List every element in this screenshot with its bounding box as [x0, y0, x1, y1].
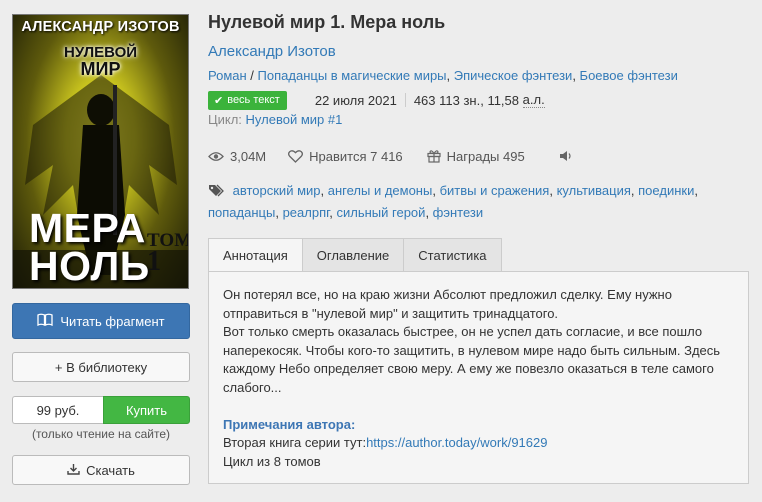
- cycle-link[interactable]: Нулевой мир #1: [246, 112, 343, 127]
- views-stat: 3,04M: [208, 149, 266, 164]
- speaker-icon: [559, 150, 572, 162]
- book-cover[interactable]: АЛЕКСАНДР ИЗОТОВ НУЛЕВОЙ МИР МЕРА НОЛЬ Т…: [12, 14, 189, 289]
- annotation-text: Он потерял все, но на краю жизни Абсолют…: [223, 287, 672, 302]
- read-fragment-label: Читать фрагмент: [60, 313, 165, 329]
- genre-link[interactable]: Боевое фэнтези: [580, 68, 678, 83]
- cycle-row: Цикл: Нулевой мир #1: [208, 112, 342, 127]
- annotation-text: Вот только смерть оказалась быстрее, он …: [223, 324, 703, 340]
- heart-icon: [288, 149, 304, 163]
- tab-bar: Аннотация Оглавление Статистика: [208, 238, 502, 272]
- tag-link[interactable]: фэнтези: [433, 205, 483, 220]
- annotation-text: наперекосяк. Чтобы кого-то защитить, в н…: [223, 342, 721, 358]
- tag-separator: ,: [432, 183, 440, 198]
- sequel-link[interactable]: https://author.today/work/91629: [366, 435, 547, 450]
- size-unit: а.л.: [522, 92, 545, 108]
- price-note: (только чтение на сайте): [31, 427, 171, 441]
- genre-separator: ,: [446, 68, 454, 83]
- status-badge: ✔ весь текст: [208, 90, 287, 110]
- price-box: 99 руб. Купить: [12, 396, 190, 424]
- divider: [404, 93, 406, 107]
- tag-link[interactable]: ангелы и демоны: [328, 183, 433, 198]
- annotation-text: слабого...: [223, 379, 282, 395]
- annotation-panel: Он потерял все, но на краю жизни Абсолют…: [208, 271, 749, 484]
- genre-link[interactable]: Попаданцы в магические миры: [258, 68, 447, 83]
- tag-link[interactable]: поединки: [638, 183, 694, 198]
- genre-separator: /: [246, 68, 258, 83]
- cover-title: МЕРА НОЛЬ: [29, 205, 150, 289]
- tab-1[interactable]: Оглавление: [301, 238, 405, 272]
- cover-author: АЛЕКСАНДР ИЗОТОВ: [21, 19, 180, 35]
- likes-button[interactable]: Нравится 7 416: [288, 149, 403, 164]
- add-to-library-label: + В библиотеку: [54, 359, 148, 375]
- awards-button[interactable]: Награды 495: [427, 149, 525, 164]
- author-notes-title: Примечания автора:: [223, 416, 356, 432]
- tag-separator: ,: [694, 183, 698, 198]
- cover-volume: ТОМ 1: [147, 230, 189, 277]
- download-label: Скачать: [86, 462, 135, 478]
- tag-separator: ,: [320, 183, 328, 198]
- stats-row: 3,04M Нравится 7 416 Награды 495: [208, 147, 578, 165]
- book-info-row: ✔ весь текст 22 июля 2021 463 113 зн., 1…: [208, 90, 545, 110]
- tag-link[interactable]: сильный герой: [337, 205, 426, 220]
- book-title: Нулевой мир 1. Мера ноль: [208, 12, 446, 32]
- genre-link[interactable]: Эпическое фэнтези: [454, 68, 573, 83]
- author-notes-sequel: Вторая книга серии тут:https://author.to…: [223, 435, 548, 451]
- add-to-library-button[interactable]: + В библиотеку: [12, 352, 190, 382]
- genre-list: Роман / Попаданцы в магические миры, Эпи…: [208, 68, 678, 83]
- tag-link[interactable]: попаданцы: [208, 205, 275, 220]
- tag-separator: ,: [549, 183, 557, 198]
- book-size: 463 113 зн., 11,58: [413, 92, 520, 108]
- tags-icon: [208, 183, 224, 203]
- tag-link[interactable]: реалрпг: [283, 205, 330, 220]
- buy-button[interactable]: Купить: [103, 396, 190, 424]
- tab-2[interactable]: Статистика: [403, 238, 502, 272]
- eye-icon: [208, 151, 224, 162]
- download-button[interactable]: Скачать: [12, 455, 190, 485]
- download-icon: [67, 463, 80, 478]
- author-link[interactable]: Александр Изотов: [208, 43, 336, 60]
- tab-0[interactable]: Аннотация: [208, 238, 303, 272]
- tag-separator: ,: [425, 205, 433, 220]
- tag-link[interactable]: авторский мир: [233, 183, 321, 198]
- genre-separator: ,: [572, 68, 580, 83]
- tag-separator: ,: [275, 205, 283, 220]
- price-value: 99 руб.: [12, 396, 103, 424]
- publish-date: 22 июля 2021: [314, 92, 397, 108]
- genre-link[interactable]: Роман: [208, 68, 247, 83]
- author-notes-cycle: Цикл из 8 томов: [223, 453, 321, 469]
- audio-button[interactable]: [559, 150, 578, 162]
- annotation-text: каждому Небо определяет свою меру. А ему…: [223, 361, 714, 377]
- cycle-label: Цикл:: [208, 112, 242, 127]
- cover-series: НУЛЕВОЙ МИР: [63, 44, 138, 79]
- read-fragment-button[interactable]: Читать фрагмент: [12, 303, 190, 339]
- annotation-text: отправиться в "нулевой мир" и защитить т…: [223, 305, 559, 321]
- tag-link[interactable]: культивация: [557, 183, 631, 198]
- tag-link[interactable]: битвы и сражения: [440, 183, 550, 198]
- gift-icon: [427, 149, 441, 163]
- check-icon: ✔: [214, 94, 224, 107]
- book-open-icon: [37, 313, 54, 329]
- tag-separator: ,: [329, 205, 337, 220]
- tag-list: авторский мир, ангелы и демоны, битвы и …: [208, 181, 708, 223]
